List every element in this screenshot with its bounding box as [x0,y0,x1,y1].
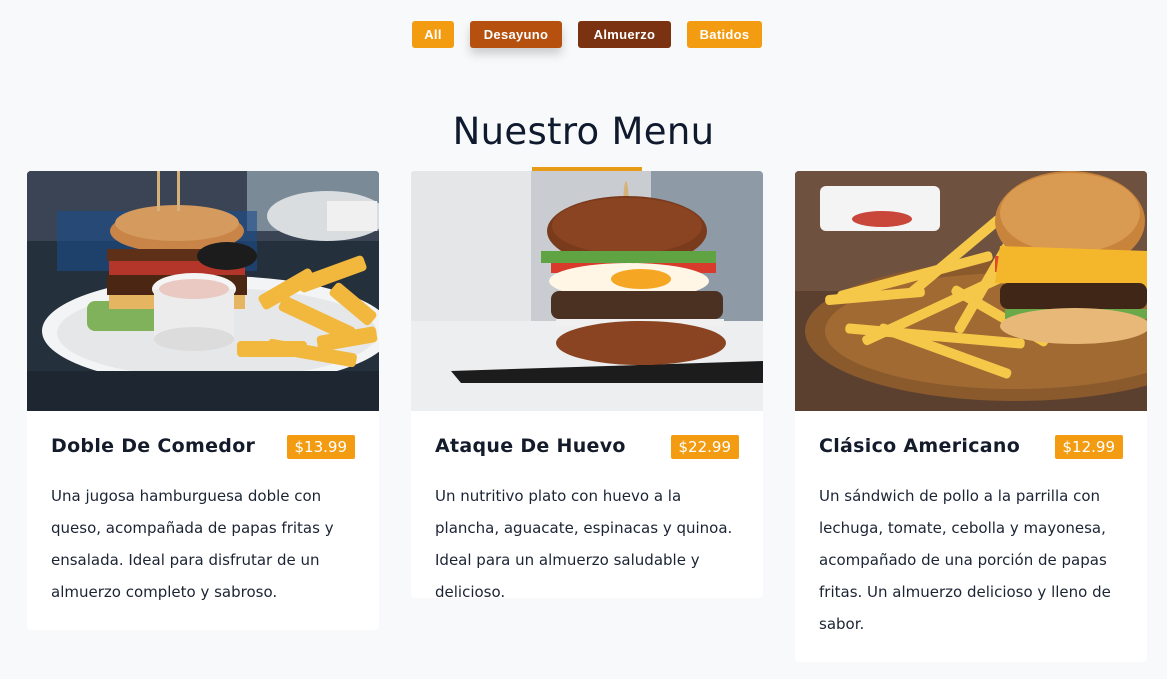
card-header: Clásico Americano $12.99 [819,435,1123,461]
menu-card[interactable]: Ataque De Huevo $22.99 Un nutritivo plat… [411,171,763,598]
menu-card[interactable]: Clásico Americano $12.99 Un sándwich de … [795,171,1147,662]
item-description: Una jugosa hamburguesa doble con queso, … [51,487,334,601]
item-name: Doble De Comedor [51,435,256,457]
menu-card[interactable]: Doble De Comedor $13.99 Una jugosa hambu… [27,171,379,630]
section-title: Nuestro Menu [452,110,715,153]
card-header: Ataque De Huevo $22.99 [435,435,739,461]
filter-desayuno-button[interactable]: Desayuno [470,21,562,48]
card-header: Doble De Comedor $13.99 [51,435,355,461]
price-badge: $22.99 [670,435,739,459]
filter-batidos-button[interactable]: Batidos [687,21,762,48]
filter-all-button[interactable]: All [412,21,454,48]
item-description: Un nutritivo plato con huevo a la planch… [435,487,733,598]
item-description: Un sándwich de pollo a la parrilla con l… [819,487,1111,633]
price-badge: $12.99 [1054,435,1123,459]
filter-almuerzo-button[interactable]: Almuerzo [578,21,671,48]
price-badge: $13.99 [286,435,355,459]
egg-burger-photo [411,171,763,411]
burger-plate-photo [27,171,379,411]
classic-burger-fries-photo [795,171,1147,411]
item-name: Clásico Americano [819,435,1021,457]
category-filter-bar: All Desayuno Almuerzo Batidos [0,21,1167,49]
item-name: Ataque De Huevo [435,435,626,457]
